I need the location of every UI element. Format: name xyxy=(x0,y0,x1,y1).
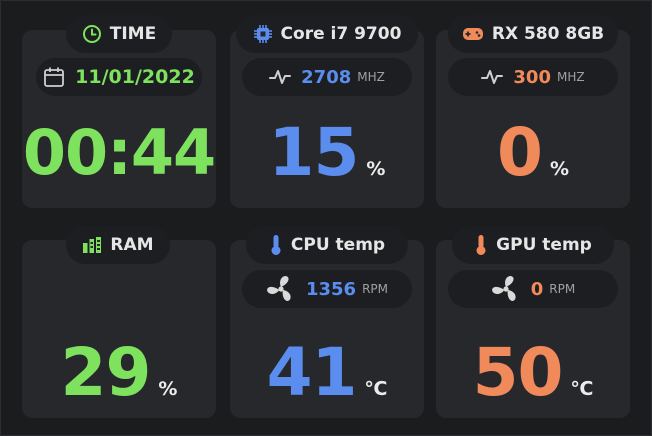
time-title: TIME xyxy=(109,24,157,44)
cpu-chip-icon xyxy=(253,24,273,44)
ram-title-pill: RAM xyxy=(66,226,170,264)
cpu-usage-unit: % xyxy=(366,158,386,180)
cpu-fan-value: 1356 xyxy=(305,278,357,300)
pulse-icon xyxy=(481,68,504,86)
gpu-temp-title: GPU temp xyxy=(496,235,592,255)
cpu-clock-pill: 2708 MHZ xyxy=(242,58,412,96)
ram-usage-unit: % xyxy=(158,378,178,400)
time-value: 00:44 xyxy=(22,116,216,189)
ram-usage-value: 29 xyxy=(60,334,152,411)
thermometer-icon xyxy=(474,234,488,256)
cpu-temp: 41 ℃ xyxy=(230,340,424,422)
cpu-clock-unit: MHZ xyxy=(357,70,385,84)
fan-icon xyxy=(266,274,296,304)
cpu-temp-unit: ℃ xyxy=(364,378,388,400)
fan-icon xyxy=(491,274,521,304)
cpu-fan-unit: RPM xyxy=(362,282,389,296)
thermometer-icon xyxy=(269,234,283,256)
cpu-title: Core i7 9700 xyxy=(280,24,402,44)
gpu-clock-value: 300 xyxy=(513,66,551,88)
cpu-clock-value: 2708 xyxy=(301,66,352,88)
cpu-usage-value: 15 xyxy=(268,114,360,191)
gpu-temp: 50 ℃ xyxy=(436,340,630,422)
cpu-temp-title: CPU temp xyxy=(290,235,386,255)
date-pill: 11/01/2022 xyxy=(36,58,202,96)
clock-icon xyxy=(82,24,102,44)
gpu-usage-unit: % xyxy=(549,158,569,180)
cpu-temp-title-pill: CPU temp xyxy=(246,226,408,264)
cpu-fan-pill: 1356 RPM xyxy=(242,270,412,308)
time-title-pill: TIME xyxy=(66,15,172,53)
cpu-temp-value: 41 xyxy=(266,334,358,411)
gpu-temp-value: 50 xyxy=(472,334,564,411)
gpu-usage-value: 0 xyxy=(497,114,543,191)
gpu-clock-pill: 300 MHZ xyxy=(448,58,618,96)
ram-usage: 29 % xyxy=(22,340,216,422)
gpu-usage: 0 % xyxy=(436,120,630,202)
gpu-title-pill: RX 580 8GB xyxy=(448,15,618,53)
gpu-temp-title-pill: GPU temp xyxy=(452,226,614,264)
ram-title: RAM xyxy=(110,235,154,255)
cpu-usage: 15 % xyxy=(230,120,424,202)
gpu-fan-value: 0 xyxy=(530,278,544,300)
cpu-title-pill: Core i7 9700 xyxy=(236,15,418,53)
gpu-fan-pill: 0 RPM xyxy=(448,270,618,308)
gpu-fan-unit: RPM xyxy=(549,282,576,296)
gpu-temp-unit: ℃ xyxy=(570,378,594,400)
memory-icon xyxy=(82,236,102,254)
gpu-title: RX 580 8GB xyxy=(491,24,605,44)
gpu-clock-unit: MHZ xyxy=(556,70,585,84)
date-value: 11/01/2022 xyxy=(75,66,195,88)
calendar-icon xyxy=(43,66,65,88)
gamepad-icon xyxy=(462,26,484,42)
pulse-icon xyxy=(269,68,292,86)
